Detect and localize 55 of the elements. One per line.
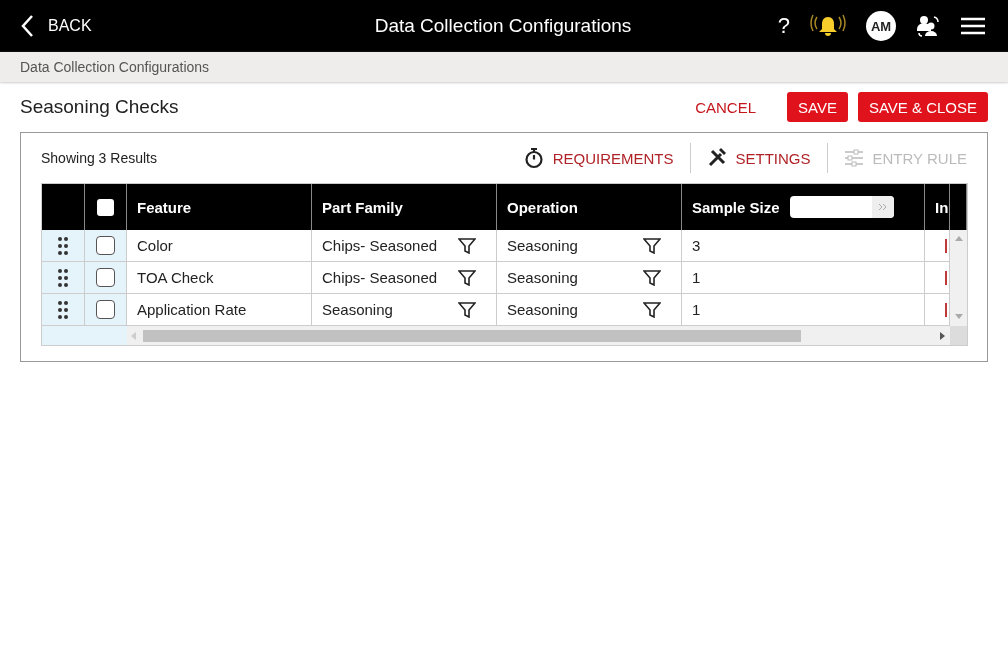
- cancel-button[interactable]: CANCEL: [684, 92, 767, 122]
- scroll-right-icon[interactable]: [940, 331, 946, 340]
- help-button[interactable]: ?: [777, 13, 790, 39]
- horizontal-scrollbar[interactable]: [127, 326, 950, 345]
- sliders-icon: [843, 149, 864, 167]
- scrollbar-thumb[interactable]: [143, 329, 801, 342]
- filter-icon[interactable]: [643, 301, 661, 318]
- select-all-checkbox[interactable]: [97, 198, 114, 216]
- row-checkbox[interactable]: [96, 300, 115, 319]
- table-cell: 1: [692, 301, 701, 318]
- filter-icon[interactable]: [643, 269, 661, 286]
- table-cell: Application Rate: [137, 301, 247, 318]
- filter-icon[interactable]: [643, 237, 661, 254]
- save-button[interactable]: SAVE: [787, 92, 848, 122]
- row-checkbox[interactable]: [96, 268, 115, 287]
- column-header[interactable]: Operation: [507, 198, 578, 216]
- drag-handle-icon[interactable]: [57, 235, 69, 256]
- cell-mark: [945, 270, 947, 285]
- toolbar-button[interactable]: REQUIREMENTS: [523, 147, 674, 169]
- cell-mark: [945, 302, 947, 317]
- row-checkbox[interactable]: [96, 236, 115, 255]
- drag-handle-icon[interactable]: [57, 267, 69, 288]
- user-avatar[interactable]: AM: [866, 11, 896, 41]
- sample-size-field[interactable]: [789, 196, 894, 218]
- cell-mark: [945, 238, 947, 253]
- breadcrumb[interactable]: Data Collection Configurations: [20, 59, 210, 75]
- table-cell: Seasoning: [507, 269, 578, 286]
- column-header[interactable]: Feature: [137, 198, 192, 216]
- table-cell: Chips- Seasoned: [322, 269, 438, 286]
- save-button[interactable]: SAVE & CLOSE: [857, 92, 988, 122]
- filter-icon[interactable]: [458, 269, 476, 286]
- toolbar-button[interactable]: SETTINGS: [706, 148, 811, 168]
- table-cell: 1: [692, 269, 701, 286]
- table-cell: Seasoning: [507, 237, 578, 254]
- bell-icon[interactable]: [810, 13, 846, 39]
- filter-icon[interactable]: [458, 237, 476, 254]
- page-title: Seasoning Checks: [20, 96, 179, 118]
- table-cell: 3: [692, 237, 701, 254]
- app-title: Data Collection Configurations: [373, 15, 633, 37]
- stopwatch-icon: [523, 147, 544, 169]
- scrollbar-corner: [950, 326, 967, 345]
- users-icon[interactable]: [916, 15, 940, 37]
- back-button[interactable]: BACK: [20, 14, 360, 38]
- table-cell: TOA Check: [137, 269, 214, 286]
- table-cell: Color: [137, 237, 173, 254]
- menu-icon[interactable]: [960, 17, 986, 35]
- drag-handle-icon[interactable]: [57, 299, 69, 320]
- column-header[interactable]: Sample Size: [692, 198, 780, 216]
- column-header[interactable]: Part Family: [322, 198, 403, 216]
- results-count: Showing 3 Results: [41, 150, 157, 166]
- table-cell: Chips- Seasoned: [322, 237, 438, 254]
- tools-icon: [706, 148, 727, 168]
- table-cell: Seasoning: [507, 301, 578, 318]
- filter-icon[interactable]: [458, 301, 476, 318]
- table-cell: Seasoning: [322, 301, 393, 318]
